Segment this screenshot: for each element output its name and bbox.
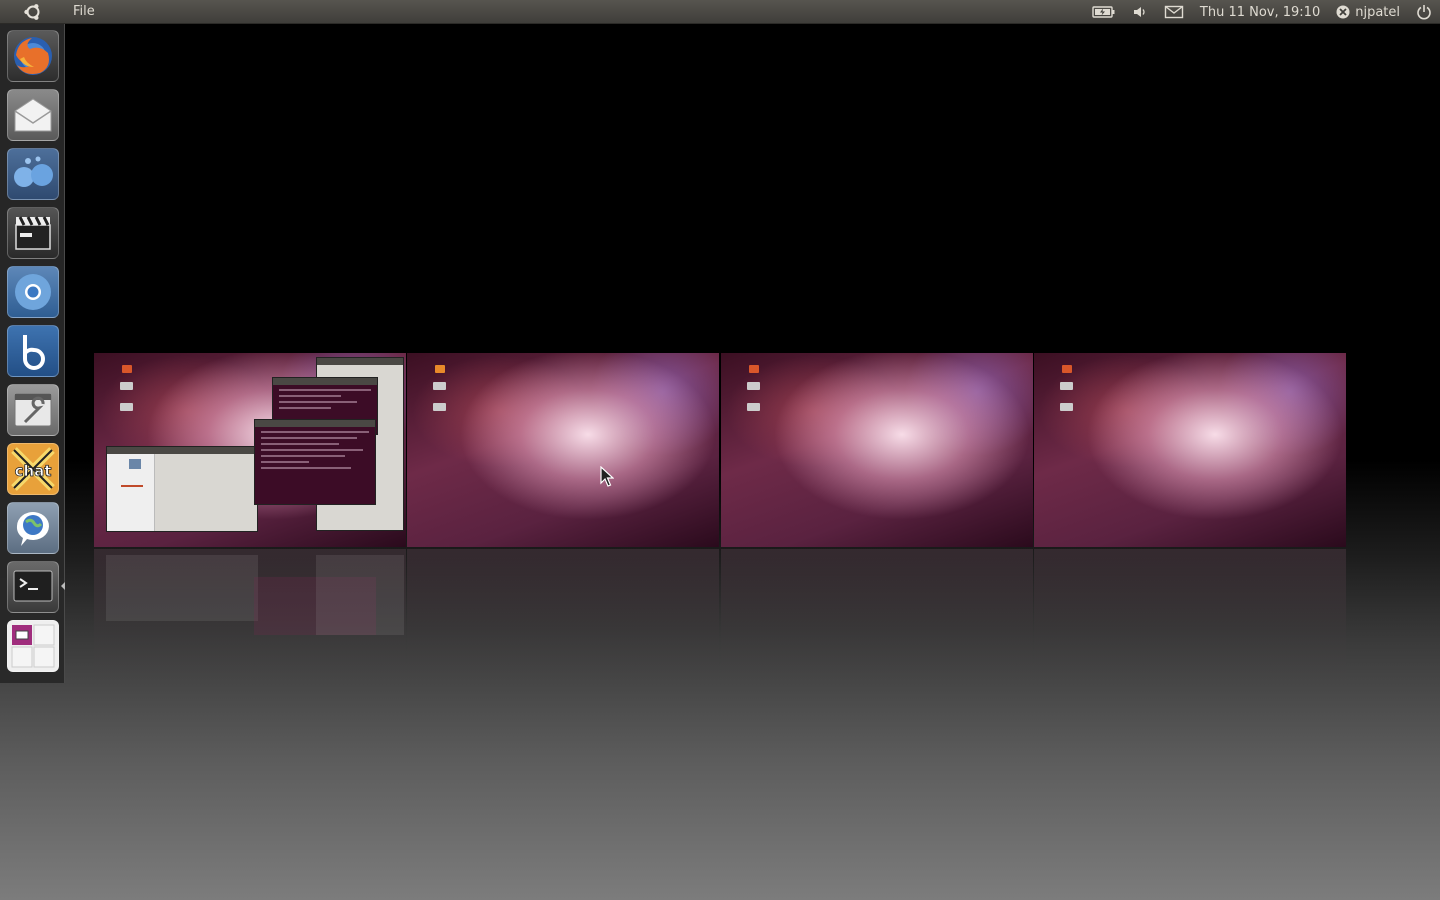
launcher-item-firefox[interactable]	[7, 30, 59, 82]
battery-icon	[1092, 6, 1115, 18]
ubuntu-logo-icon	[23, 3, 39, 20]
chromium-icon	[15, 274, 51, 310]
username-label: njpatel	[1355, 4, 1400, 20]
window-thumbnail-terminal[interactable]	[254, 419, 376, 505]
workspace-4[interactable]	[1034, 353, 1346, 547]
launcher-item-empathy[interactable]	[7, 148, 59, 200]
launcher-item-movie-player[interactable]	[7, 207, 59, 259]
launcher-item-banshee[interactable]	[7, 325, 59, 377]
launcher-item-mail[interactable]	[7, 89, 59, 141]
desktop-drive-icon	[747, 382, 760, 390]
desktop-drive-icon	[120, 382, 133, 390]
xchat-icon: chat	[11, 447, 55, 491]
desktop-folder-icon	[435, 365, 445, 373]
desktop: File Thu 11 Nov, 19:10 njpatel chat	[0, 0, 1440, 900]
workspace-2[interactable]	[407, 353, 719, 547]
window-reflection	[106, 555, 258, 621]
launcher-item-terminal[interactable]	[7, 561, 59, 613]
battery-indicator[interactable]	[1084, 0, 1124, 24]
clapperboard-icon	[15, 216, 51, 250]
mail-envelope-icon	[14, 98, 52, 132]
sound-indicator[interactable]	[1124, 0, 1156, 24]
window-reflection	[316, 555, 404, 635]
envelope-icon	[1164, 5, 1184, 19]
workspace-2-reflection	[407, 549, 719, 689]
launcher: chat	[0, 24, 65, 683]
svg-text:chat: chat	[15, 462, 52, 480]
user-indicator[interactable]: njpatel	[1328, 0, 1408, 24]
workspace-4-reflection	[1034, 549, 1346, 689]
chat-bubbles-icon	[14, 156, 53, 187]
top-panel: File Thu 11 Nov, 19:10 njpatel	[0, 0, 1440, 24]
workspace-1[interactable]	[94, 353, 406, 547]
desktop-drive-icon	[120, 403, 133, 411]
banshee-icon	[23, 335, 45, 370]
launcher-item-xchat[interactable]: chat	[7, 443, 59, 495]
launcher-active-indicator	[61, 582, 65, 590]
workspace-3-reflection	[721, 549, 1033, 689]
launcher-item-workspace-switcher[interactable]	[7, 620, 59, 672]
speaker-icon	[1133, 7, 1145, 17]
window-thumbnail-file-manager[interactable]	[106, 446, 258, 532]
power-icon	[1417, 5, 1431, 20]
desktop-drive-icon	[1060, 382, 1073, 390]
ubuntu-logo-button[interactable]	[0, 0, 65, 24]
user-status-icon	[1336, 5, 1350, 19]
desktop-drive-icon	[433, 403, 446, 411]
desktop-folder-icon	[749, 365, 759, 373]
settings-wrench-icon	[14, 393, 52, 427]
menu-file[interactable]: File	[65, 4, 103, 19]
indicator-area: Thu 11 Nov, 19:10 njpatel	[1084, 0, 1440, 24]
launcher-item-system-settings[interactable]	[7, 384, 59, 436]
clock-indicator[interactable]: Thu 11 Nov, 19:10	[1192, 0, 1328, 24]
launcher-item-chromium[interactable]	[7, 266, 59, 318]
workspaces-icon	[11, 624, 55, 668]
workspace-1-reflection	[94, 549, 406, 689]
desktop-drive-icon	[1060, 403, 1073, 411]
desktop-drive-icon	[747, 403, 760, 411]
launcher-item-web-chat[interactable]	[7, 502, 59, 554]
terminal-icon	[13, 570, 53, 602]
workspace-3[interactable]	[721, 353, 1033, 547]
desktop-folder-icon	[1062, 365, 1072, 373]
globe-chat-icon	[16, 512, 49, 546]
mouse-pointer-icon	[600, 466, 614, 487]
desktop-drive-icon	[433, 382, 446, 390]
session-indicator[interactable]	[1408, 0, 1440, 24]
messaging-indicator[interactable]	[1156, 0, 1192, 24]
firefox-icon	[14, 37, 52, 75]
desktop-folder-icon	[122, 365, 132, 373]
